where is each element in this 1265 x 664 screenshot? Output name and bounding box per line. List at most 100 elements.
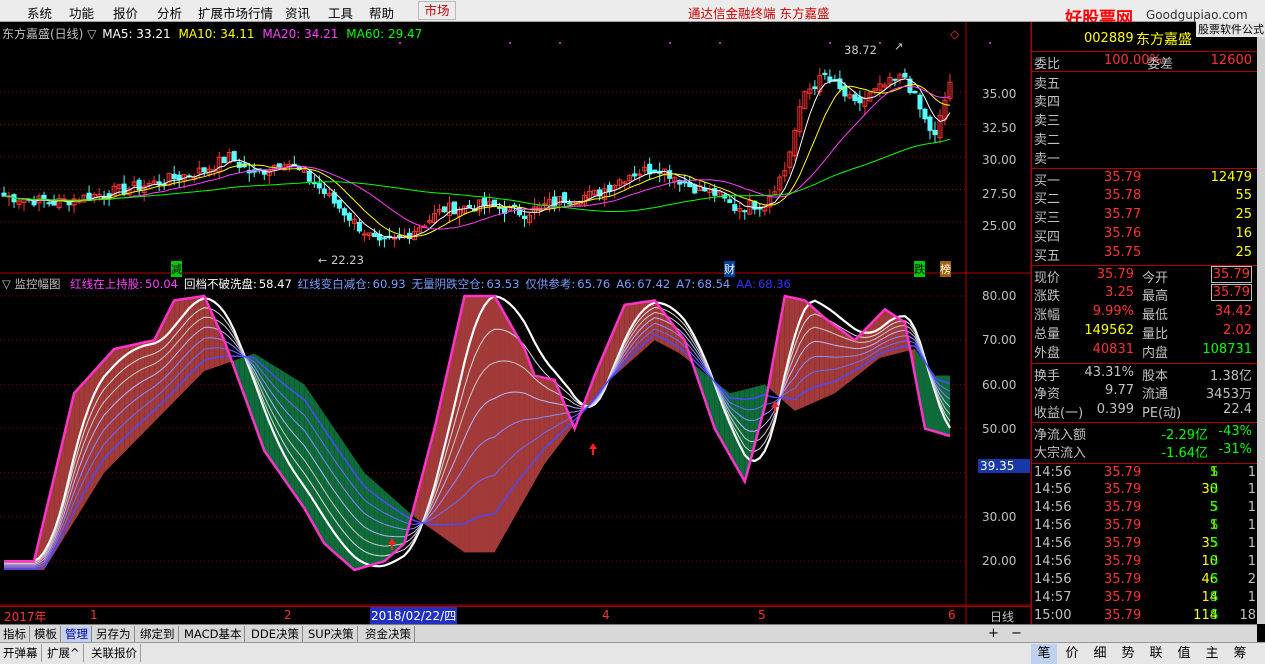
stat-value: 40831 [1092, 342, 1134, 357]
indicator-title[interactable]: ▽ 监控幅图 [2, 277, 61, 291]
candle [822, 72, 828, 76]
menu-ext-market[interactable]: 扩展市场行情 [198, 3, 273, 22]
vertical-scrollbar[interactable] [1257, 22, 1265, 624]
tick-price: 35.79 [1104, 536, 1142, 551]
tick-row: 14:57 35.79 14 S 1 [1032, 589, 1258, 608]
tick-count: 1 [1247, 518, 1256, 533]
buy-price: 35.79 [1104, 170, 1142, 185]
buy-label: 买三 [1034, 211, 1061, 226]
marker-finance[interactable]: 财 [724, 261, 735, 277]
tab-macd[interactable]: MACD基本 [181, 626, 246, 642]
x-label: 6 [948, 608, 956, 622]
buy-level-row: 买三 35.77 25 [1032, 206, 1258, 226]
tab-sup[interactable]: SUP决策 [305, 626, 358, 642]
period-label[interactable]: 日线 [990, 608, 1014, 625]
indicator-toolbar: 指标 模板 管理 另存为 绑定到 MACD基本 DDE决策 SUP决策 资金决策… [0, 624, 1031, 642]
menu-news[interactable]: 资讯 [285, 3, 310, 22]
marker-drop[interactable]: 跌 [914, 261, 925, 277]
indicator-label-value: 68.54 [697, 277, 731, 291]
stock-title[interactable]: 东方嘉盛(日线) ▽ [2, 27, 96, 41]
quote-stat-row: 现价 35.79 今开 35.79 [1032, 265, 1258, 286]
panel-tab[interactable]: 笔 [1031, 644, 1057, 664]
stat-value: 3.25 [1105, 285, 1134, 300]
menu-function[interactable]: 功能 [69, 3, 94, 22]
stat-value: 35.79 [1096, 267, 1134, 282]
candle [902, 72, 908, 78]
panel-tab[interactable]: 联 [1143, 644, 1169, 664]
menu-analysis[interactable]: 分析 [157, 3, 182, 22]
finance-label: 收益(一) [1034, 406, 1084, 421]
tab-save-as[interactable]: 另存为 [93, 626, 135, 642]
candle [927, 116, 933, 131]
market-button[interactable]: 市场 [418, 1, 456, 20]
candle [231, 151, 237, 162]
candle [522, 215, 528, 219]
buy-volume: 25 [1235, 207, 1252, 222]
panel-tab[interactable]: 主 [1199, 644, 1225, 664]
indicator-label-name: AA: [736, 277, 756, 291]
stock-name: 东方嘉盛 [1136, 32, 1192, 48]
tick-row: 14:56 35.79 1 S 1 [1032, 463, 1258, 482]
y-tick-main: 30.00 [982, 153, 1017, 167]
quote-stat-row: 外盘 40831 内盘 108731 [1032, 341, 1258, 361]
tick-count: 1 [1247, 482, 1256, 497]
tab-dde[interactable]: DDE决策 [248, 626, 303, 642]
buy-price: 35.77 [1104, 207, 1142, 222]
tab-manage[interactable]: 管理 [62, 626, 92, 642]
candle [371, 232, 377, 238]
chart-area[interactable] [0, 22, 1031, 624]
panel-tab[interactable]: 价 [1059, 644, 1085, 664]
buy-level-row: 买二 35.78 55 [1032, 187, 1258, 207]
tab-indicator[interactable]: 指标 [0, 626, 30, 642]
candle [221, 156, 227, 164]
panel-tab[interactable]: 值 [1171, 644, 1197, 664]
tick-row: 14:56 35.79 30 S 1 [1032, 481, 1258, 500]
y-tick-ind: 80.00 [982, 289, 1017, 303]
indicator-fill [279, 368, 285, 480]
panel-tab[interactable]: 筹 [1227, 644, 1253, 664]
candle [757, 207, 763, 210]
linked-quote[interactable]: 关联报价 [88, 644, 141, 662]
extend-toggle[interactable]: 扩展^ [44, 644, 84, 662]
tab-fund[interactable]: 资金决策 [362, 626, 415, 642]
marker-list[interactable]: 榜 [940, 261, 951, 277]
y-tick-ind: 50.00 [982, 422, 1017, 436]
ma5-label: MA5: 33.21 [102, 27, 171, 41]
candle [361, 233, 367, 236]
indicator-fill [784, 296, 790, 407]
candle [201, 167, 207, 173]
tab-bind[interactable]: 绑定到 [137, 626, 179, 642]
menu-tools[interactable]: 工具 [328, 3, 353, 22]
candle [316, 183, 322, 189]
candle [567, 202, 573, 205]
sell-level-row: 卖二 [1032, 128, 1258, 148]
danmu-toggle[interactable]: 开弹幕 [0, 644, 42, 662]
tab-template[interactable]: 模板 [31, 626, 61, 642]
buy-volume: 12479 [1210, 170, 1252, 185]
menu-quote[interactable]: 报价 [113, 3, 138, 22]
indicator-fill [514, 331, 520, 517]
menu-help[interactable]: 帮助 [369, 3, 394, 22]
indicator-label-name: 红线在上持股: [70, 277, 144, 291]
high-price-label: 38.72 [844, 43, 877, 57]
finance-row: 净资 9.77 流通 3453万 [1032, 382, 1258, 402]
panel-tab[interactable]: 势 [1115, 644, 1141, 664]
tick-time: 14:56 [1034, 536, 1072, 551]
high-arrow-icon: ↗ [894, 40, 904, 53]
indicator-label-name: A7: [676, 277, 696, 291]
zoom-in-icon[interactable]: + [988, 626, 999, 641]
tick-time: 14:56 [1034, 518, 1072, 533]
tick-time: 14:56 [1034, 500, 1072, 515]
panel-tab[interactable]: 细 [1087, 644, 1113, 664]
candle [827, 76, 833, 82]
marker-reduce[interactable]: 减 [171, 261, 182, 277]
candle [647, 163, 653, 175]
finance-label: PE(动) [1142, 406, 1182, 421]
menu-bar: 系统 功能 报价 分析 扩展市场行情 资讯 工具 帮助 市场 通达信金融终端 东… [0, 0, 1265, 29]
indicator-label-value: 65.76 [577, 277, 611, 291]
tick-time: 15:00 [1034, 608, 1072, 623]
buy-level-row: 买四 35.76 16 [1032, 225, 1258, 245]
zoom-out-icon[interactable]: − [1011, 626, 1022, 641]
tick-side: S [1210, 572, 1219, 587]
menu-system[interactable]: 系统 [27, 3, 52, 22]
